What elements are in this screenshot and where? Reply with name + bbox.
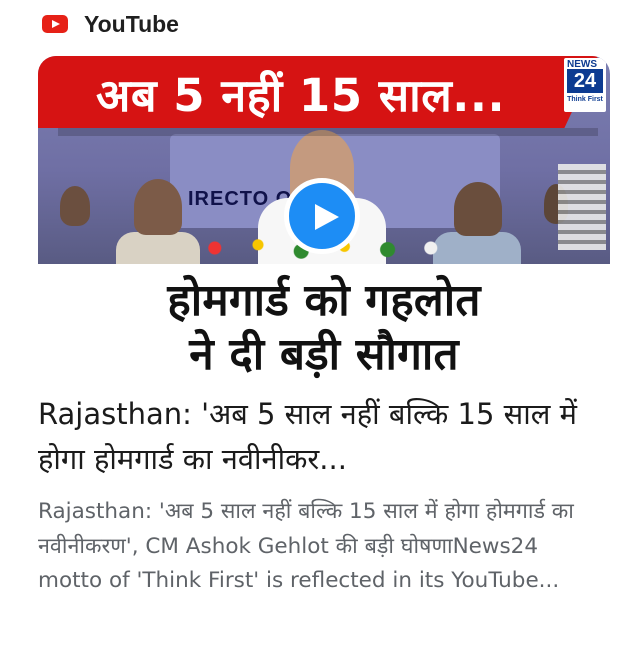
news24-logo: NEWS 24 Think First [564,58,606,112]
source-name: YouTube [84,10,179,37]
news24-logo-number: 24 [567,69,603,93]
play-button[interactable] [284,178,360,254]
person-left-edge [60,186,90,226]
card-description: Rajasthan: 'अब 5 साल नहीं बल्कि 15 साल म… [38,499,574,593]
news24-logo-tagline: Think First [567,96,603,103]
video-thumbnail[interactable]: IRECTO OME अब 5 नहीं 15 साल... NEWS 24 T… [38,56,610,384]
person-right-head [454,182,502,236]
equipment-shelf [558,164,606,250]
thumbnail-headline-line-2: ने दी बड़ी सौगात [189,329,459,380]
youtube-logo-icon [42,15,68,33]
source-row: YouTube [42,8,179,40]
thumbnail-headline-line-1: होमगार्ड को गहलोत [167,275,481,326]
thumbnail-headline: होमगार्ड को गहलोत ने दी बड़ी सौगात [38,264,610,384]
play-icon [315,204,339,230]
card-title[interactable]: Rajasthan: 'अब 5 साल नहीं बल्कि 15 साल म… [38,392,598,482]
banner-shadow [58,128,598,136]
banner-text: अब 5 नहीं 15 साल... [96,69,506,122]
person-left-head [134,179,182,235]
link-preview-card[interactable]: YouTube IRECTO OME अब 5 नहीं 15 साल... N… [0,0,632,659]
